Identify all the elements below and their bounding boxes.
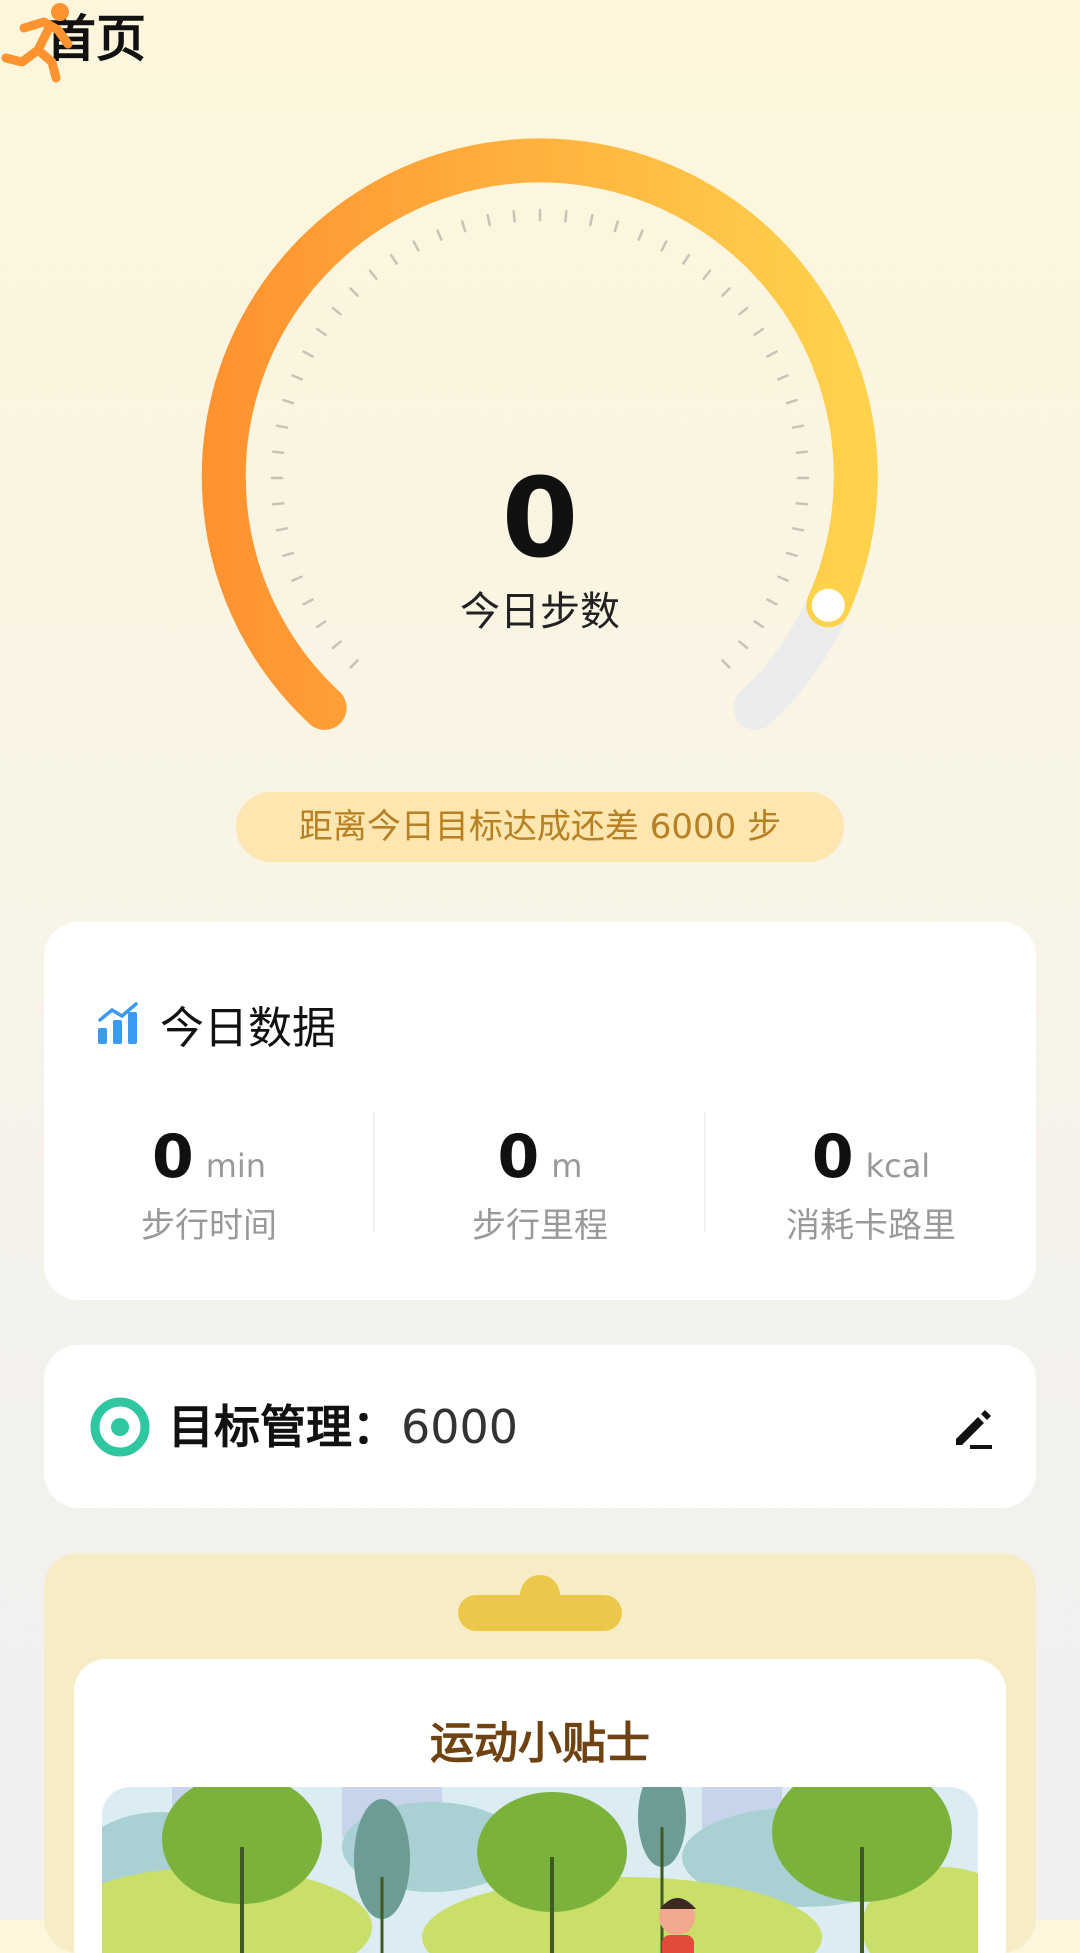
running-person-icon bbox=[1, 3, 73, 83]
stat-value: 0 bbox=[151, 1122, 194, 1192]
today-data-card: 今日数据 0 min 步行时间 0m 步行里程 0 kcal 消耗卡路里 bbox=[44, 922, 1036, 1300]
stat-unit: kcal bbox=[865, 1147, 931, 1185]
gauge-tick bbox=[291, 374, 303, 381]
gauge-tick bbox=[682, 253, 691, 265]
stat-unit: min bbox=[205, 1147, 267, 1185]
gauge-tick bbox=[460, 220, 467, 233]
gauge-tick bbox=[368, 269, 378, 280]
goal-value: 6000 bbox=[401, 1400, 519, 1454]
today-data-header: 今日数据 bbox=[96, 992, 336, 1056]
step-count-label: 今日步数 bbox=[460, 589, 620, 635]
today-data-title: 今日数据 bbox=[160, 1003, 336, 1054]
gauge-tick bbox=[389, 253, 398, 265]
gauge-tick bbox=[777, 374, 789, 381]
gauge-tick bbox=[795, 450, 808, 454]
stat-walk-distance: 0m 步行里程 bbox=[375, 1122, 705, 1247]
sport-tips-section: 运动小贴士 bbox=[44, 1553, 1036, 1953]
gauge-tick bbox=[349, 287, 359, 297]
gauge-tick bbox=[349, 659, 359, 669]
park-illustration bbox=[102, 1787, 978, 1953]
gauge-tick bbox=[564, 210, 568, 223]
gauge-tick bbox=[702, 269, 712, 280]
gauge-tick bbox=[436, 229, 443, 241]
goal-label: 目标管理： bbox=[168, 1400, 398, 1454]
gauge-tick bbox=[721, 287, 731, 297]
bar-chart-icon bbox=[98, 1002, 138, 1044]
gauge-tick bbox=[721, 659, 731, 669]
sport-tips-title: 运动小贴士 bbox=[430, 1718, 650, 1769]
target-icon bbox=[90, 1397, 150, 1457]
goal-remaining-hint: 距离今日目标达成还差 6000 步 bbox=[236, 792, 844, 862]
gauge-tick bbox=[331, 306, 342, 316]
gauge-tick bbox=[315, 327, 327, 336]
gauge-tick bbox=[738, 306, 749, 316]
gauge-tick bbox=[486, 213, 491, 227]
step-gauge: 0 今日步数 bbox=[0, 0, 1080, 780]
gauge-tick bbox=[753, 327, 765, 336]
stat-calories: 0 kcal 消耗卡路里 bbox=[706, 1122, 1036, 1247]
gauge-tick bbox=[791, 424, 805, 429]
stat-label: 消耗卡路里 bbox=[786, 1206, 956, 1246]
gauge-tick bbox=[738, 640, 749, 650]
gauge-tick bbox=[302, 350, 314, 358]
gauge-tick bbox=[589, 213, 594, 227]
gauge-arc bbox=[201, 138, 878, 730]
stat-value: 0 bbox=[497, 1122, 540, 1192]
clip-icon bbox=[458, 1575, 622, 1631]
edit-pencil-icon[interactable] bbox=[946, 1401, 998, 1453]
stat-label: 步行里程 bbox=[472, 1206, 608, 1246]
gauge-tick bbox=[637, 229, 644, 241]
gauge-tick bbox=[660, 240, 668, 252]
gauge-tick bbox=[785, 398, 798, 405]
gauge-tick bbox=[282, 398, 295, 405]
gauge-tick bbox=[331, 640, 342, 650]
stat-label: 步行时间 bbox=[141, 1206, 277, 1246]
gauge-tick bbox=[766, 350, 778, 358]
stat-walk-time: 0 min 步行时间 bbox=[44, 1122, 374, 1247]
goal-management-card[interactable]: 目标管理： 6000 bbox=[44, 1345, 1036, 1508]
gauge-tick bbox=[275, 424, 289, 429]
gauge-tick bbox=[272, 450, 285, 454]
gauge-tick bbox=[412, 240, 420, 252]
gauge-tick bbox=[613, 220, 620, 233]
sport-tips-card[interactable]: 运动小贴士 bbox=[74, 1659, 1006, 1953]
stat-unit: m bbox=[551, 1147, 583, 1185]
step-count: 0 bbox=[501, 454, 579, 582]
gauge-tick bbox=[512, 210, 516, 223]
stat-value: 0 bbox=[811, 1122, 854, 1192]
